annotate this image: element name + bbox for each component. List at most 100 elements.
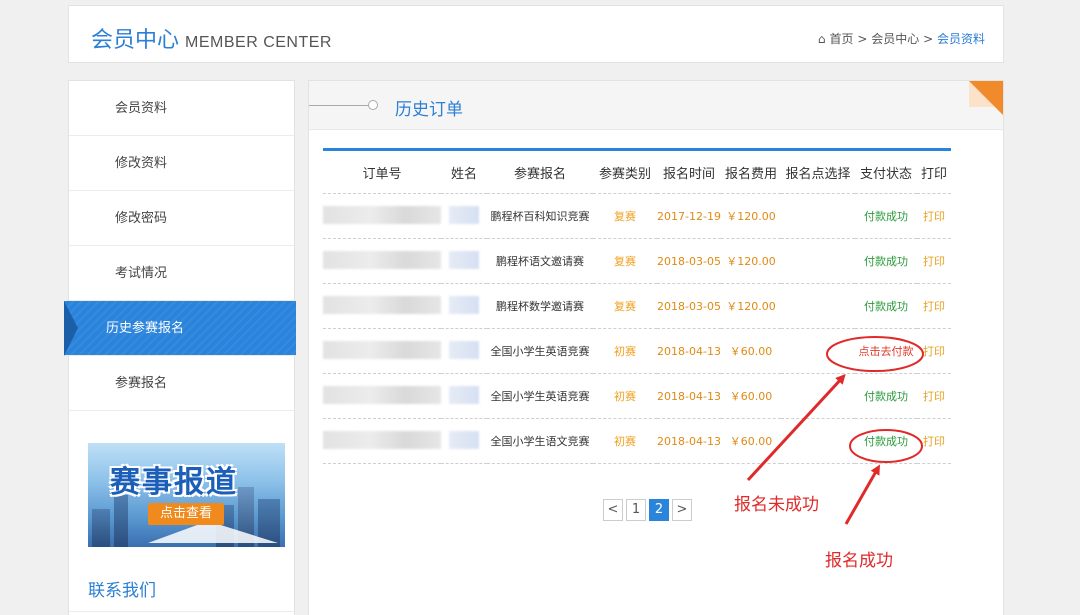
status-badge: 付款成功 [855,238,917,284]
annotation-fail-label: 报名未成功 [734,495,819,515]
table-row: 全国小学生英语竞赛 初赛 2018-04-13 ￥60.00 付款成功 打印 [323,373,951,419]
fee-cell: ￥60.00 [721,328,781,374]
redacted-block [449,385,479,404]
breadcrumb: ⌂ 首页 > 会员中心 > 会员资料 [818,30,985,47]
breadcrumb-home[interactable]: 首页 [830,32,854,46]
table-row: 鹏程杯语文邀请赛 复赛 2018-03-05 ￥120.00 付款成功 打印 [323,238,951,284]
status-badge: 付款成功 [855,373,917,419]
redacted-block [323,250,441,269]
page-title: 会员中心 MEMBER CENTER [91,22,332,54]
category-cell: 初赛 [593,328,657,374]
print-link[interactable]: 打印 [917,328,951,374]
decor-line [309,105,369,106]
order-no-redacted [323,193,441,239]
pagination: < 1 2 > [603,499,692,521]
banner-building [114,495,128,547]
table-row: 鹏程杯百科知识竞赛 复赛 2017-12-19 ￥120.00 付款成功 打印 [323,193,951,239]
corner-decor [969,81,1003,115]
site-cell [781,283,855,329]
breadcrumb-sep: > [857,32,868,46]
name-redacted [441,373,487,419]
order-no-redacted [323,238,441,284]
decor-dot [368,100,378,110]
redacted-block [449,205,479,224]
site-cell [781,238,855,284]
sidebar-item-edit-info[interactable]: 修改资料 [69,136,294,191]
col-fee: 报名费用 [721,149,781,194]
fee-cell: ￥120.00 [721,283,781,329]
status-badge: 付款成功 [855,193,917,239]
name-redacted [441,238,487,284]
print-link[interactable]: 打印 [917,373,951,419]
col-order-no: 订单号 [323,149,441,194]
contest-cell: 全国小学生语文竞赛 [487,418,593,464]
redacted-block [323,295,441,314]
page-1-button[interactable]: 1 [626,499,646,521]
page-2-button[interactable]: 2 [649,499,669,521]
contest-cell: 鹏程杯数学邀请赛 [487,283,593,329]
contest-cell: 鹏程杯百科知识竞赛 [487,193,593,239]
sidebar-item-exam-status[interactable]: 考试情况 [69,246,294,301]
col-contest: 参赛报名 [487,149,593,194]
redacted-block [323,340,441,359]
site-cell [781,193,855,239]
col-date: 报名时间 [657,149,721,194]
news-banner[interactable]: 赛事报道 点击查看 [88,443,285,547]
fee-cell: ￥120.00 [721,193,781,239]
panel-title: 历史订单 [395,100,463,120]
sidebar: 会员资料 修改资料 修改密码 考试情况 历史参赛报名 参赛报名 赛事报道 点击查… [64,80,296,615]
table-header-row: 订单号 姓名 参赛报名 参赛类别 报名时间 报名费用 报名点选择 支付状态 打印 [323,149,951,194]
date-cell: 2018-04-13 [657,418,721,464]
panel-header: 历史订单 [309,81,1003,130]
redacted-block [449,430,479,449]
title-en: MEMBER CENTER [185,34,332,51]
table-row: 全国小学生英语竞赛 初赛 2018-04-13 ￥60.00 点击去付款 打印 [323,328,951,374]
fee-cell: ￥60.00 [721,373,781,419]
sidebar-item-history-registration[interactable]: 历史参赛报名 [64,301,296,356]
breadcrumb-current[interactable]: 会员资料 [937,32,985,46]
prev-page-button[interactable]: < [603,499,623,521]
name-redacted [441,418,487,464]
category-cell: 复赛 [593,193,657,239]
orders-table: 订单号 姓名 参赛报名 参赛类别 报名时间 报名费用 报名点选择 支付状态 打印… [323,148,951,464]
redacted-block [449,295,479,314]
redacted-block [323,430,441,449]
print-link[interactable]: 打印 [917,418,951,464]
sidebar-item-change-password[interactable]: 修改密码 [69,191,294,246]
order-no-redacted [323,373,441,419]
print-link[interactable]: 打印 [917,193,951,239]
contact-us-heading[interactable]: 联系我们 [88,576,156,601]
next-page-button[interactable]: > [672,499,692,521]
category-cell: 复赛 [593,238,657,284]
category-cell: 复赛 [593,283,657,329]
pay-now-link[interactable]: 点击去付款 [855,328,917,374]
order-no-redacted [323,328,441,374]
status-badge: 付款成功 [855,418,917,464]
col-site: 报名点选择 [781,149,855,194]
banner-cta-button[interactable]: 点击查看 [148,503,224,525]
site-cell [781,418,855,464]
print-link[interactable]: 打印 [917,283,951,329]
table-row: 全国小学生语文竞赛 初赛 2018-04-13 ￥60.00 付款成功 打印 [323,418,951,464]
contest-cell: 鹏程杯语文邀请赛 [487,238,593,284]
banner-building [92,509,110,547]
col-status: 支付状态 [855,149,917,194]
redacted-block [323,385,441,404]
print-link[interactable]: 打印 [917,238,951,284]
fee-cell: ￥120.00 [721,238,781,284]
name-redacted [441,328,487,374]
date-cell: 2018-03-05 [657,238,721,284]
redacted-block [323,205,441,224]
home-icon[interactable]: ⌂ [818,32,826,46]
main-panel: 历史订单 订单号 姓名 参赛报名 参赛类别 报名时间 报名费用 报名点选择 支付… [308,80,1004,615]
redacted-block [449,250,479,269]
table-row: 鹏程杯数学邀请赛 复赛 2018-03-05 ￥120.00 付款成功 打印 [323,283,951,329]
site-cell [781,373,855,419]
breadcrumb-sep: > [923,32,934,46]
sidebar-item-registration[interactable]: 参赛报名 [69,356,294,411]
breadcrumb-level1[interactable]: 会员中心 [871,32,919,46]
sidebar-item-member-info[interactable]: 会员资料 [69,81,294,136]
name-redacted [441,283,487,329]
order-no-redacted [323,283,441,329]
contest-cell: 全国小学生英语竞赛 [487,328,593,374]
